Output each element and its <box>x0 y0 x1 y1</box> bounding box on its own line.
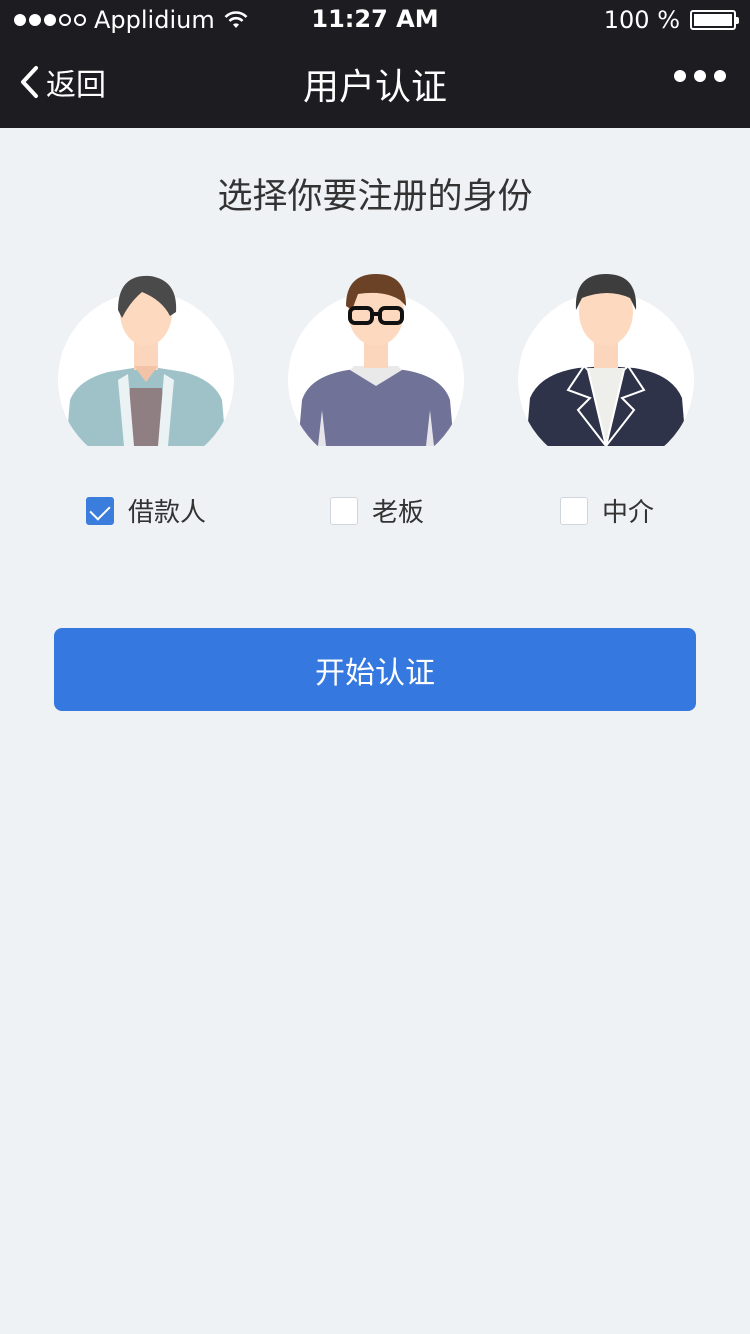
more-options-button[interactable] <box>674 70 726 82</box>
role-option-agent: 中介 <box>506 270 706 528</box>
role-label: 中介 <box>602 498 655 528</box>
page-title: 用户认证 <box>302 67 447 108</box>
checkbox-unchecked-icon <box>560 496 588 525</box>
boss-avatar <box>288 270 464 446</box>
borrower-avatar <box>58 270 234 446</box>
status-bar: Applidium 11:27 AM 100 % <box>0 0 750 40</box>
role-option-borrower: 借款人 <box>46 270 246 528</box>
battery-percent: 100 % <box>603 6 680 34</box>
checkbox-checked-icon <box>86 496 114 525</box>
role-checkbox-boss[interactable]: 老板 <box>330 492 424 529</box>
role-label: 老板 <box>372 498 425 528</box>
role-option-boss: 老板 <box>276 270 476 528</box>
navigation-bar: 返回 用户认证 <box>0 40 750 128</box>
role-checkbox-borrower[interactable]: 借款人 <box>86 492 206 529</box>
role-checkbox-agent[interactable]: 中介 <box>560 492 654 529</box>
section-heading: 选择你要注册的身份 <box>217 177 533 217</box>
agent-avatar <box>518 270 694 446</box>
start-verification-button[interactable]: 开始认证 <box>54 628 696 711</box>
checkbox-unchecked-icon <box>330 496 358 525</box>
top-bar: Applidium 11:27 AM 100 % 返回 用户认证 <box>0 0 750 128</box>
battery-icon <box>690 10 739 30</box>
role-label: 借款人 <box>128 498 207 528</box>
